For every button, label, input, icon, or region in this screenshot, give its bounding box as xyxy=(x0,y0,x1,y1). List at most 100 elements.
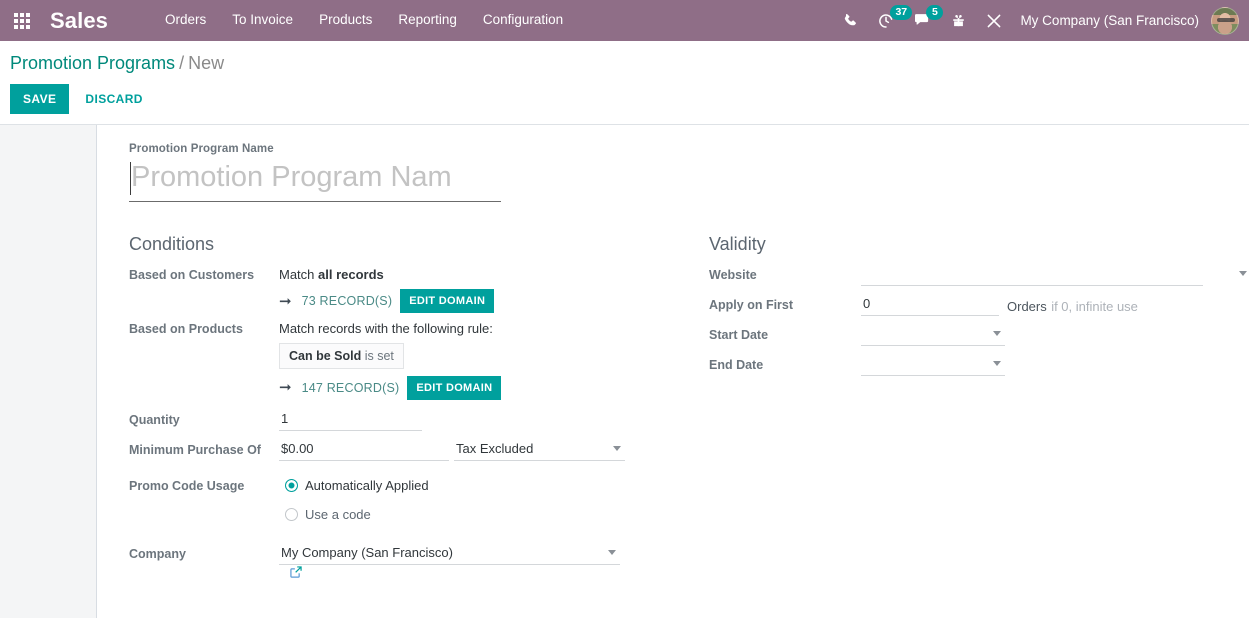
program-name-block: Promotion Program Name xyxy=(97,143,1249,202)
start-date-body xyxy=(861,323,1249,347)
apply-on-first-hint: if 0, infinite use xyxy=(1051,299,1138,315)
radio-use-a-code-label[interactable]: Use a code xyxy=(305,507,371,522)
promo-code-usage-label: Promo Code Usage xyxy=(129,478,245,493)
menu-item-orders[interactable]: Orders xyxy=(152,1,219,40)
radio-automatically-applied-indicator[interactable] xyxy=(285,478,298,492)
field-company: Company xyxy=(129,541,673,584)
promo-code-usage-body: Automatically Applied Use a code xyxy=(279,474,639,526)
tax-mode-select[interactable] xyxy=(454,437,625,461)
user-avatar[interactable] xyxy=(1211,6,1239,35)
radio-use-a-code-indicator[interactable] xyxy=(285,507,298,521)
program-name-input[interactable] xyxy=(129,158,501,202)
products-domain-rule[interactable]: Can be Sold is set xyxy=(279,342,404,369)
radio-use-a-code[interactable]: Use a code xyxy=(279,503,639,526)
customers-edit-domain-button[interactable]: EDIT DOMAIN xyxy=(400,289,495,314)
apply-on-first-input[interactable] xyxy=(861,293,999,317)
end-date-label: End Date xyxy=(709,358,764,373)
menu-item-reporting[interactable]: Reporting xyxy=(385,1,470,40)
based-on-products-label: Based on Products xyxy=(129,322,243,337)
customers-match-text: Match all records xyxy=(279,263,639,284)
products-rule-operator: is set xyxy=(364,348,394,363)
quantity-input[interactable] xyxy=(279,407,422,431)
products-domain-line: ➞ 147 RECORD(S) EDIT DOMAIN xyxy=(279,371,639,404)
minimum-purchase-input[interactable] xyxy=(279,437,449,461)
start-date-wrap xyxy=(861,323,1005,347)
products-rule-field: Can be Sold xyxy=(289,348,362,363)
top-navbar: Sales Orders To Invoice Products Reporti… xyxy=(0,0,1249,41)
start-date-label: Start Date xyxy=(709,328,769,343)
conditions-column: Conditions Based on Customers Match all … xyxy=(97,234,673,584)
form-group-main: Conditions Based on Customers Match all … xyxy=(97,234,1249,584)
customers-match-strong: all records xyxy=(318,267,384,283)
validity-column: Validity Website Apply on First 0 Orders… xyxy=(673,234,1249,584)
form-background: Promotion Program Name Conditions Based … xyxy=(0,124,1249,618)
apply-on-first-body: Orders if 0, infinite use xyxy=(861,293,1249,317)
save-button[interactable]: SAVE xyxy=(10,83,70,114)
apps-menu-button[interactable] xyxy=(0,0,44,41)
field-based-on-products: Based on Products Match records with the… xyxy=(129,317,673,404)
program-name-label: Promotion Program Name xyxy=(129,142,274,155)
customers-records-link[interactable]: 73 RECORD(S) xyxy=(302,294,393,308)
field-quantity: Quantity xyxy=(129,407,673,435)
text-cursor xyxy=(130,161,131,195)
products-edit-domain-button[interactable]: EDIT DOMAIN xyxy=(407,375,502,400)
breadcrumb-separator: / xyxy=(179,53,185,73)
chevron-down-icon xyxy=(1239,271,1247,277)
quantity-label: Quantity xyxy=(129,412,180,427)
menu-item-to-invoice[interactable]: To Invoice xyxy=(219,1,306,40)
arrow-right-icon: ➞ xyxy=(279,379,292,397)
field-promo-code-usage: Promo Code Usage Automatically Applied U… xyxy=(129,474,673,526)
developer-tools-icon[interactable] xyxy=(976,0,1012,41)
company-select[interactable] xyxy=(279,541,620,565)
form-sheet: Promotion Program Name Conditions Based … xyxy=(96,124,1249,618)
app-brand-sales[interactable]: Sales xyxy=(44,8,116,34)
website-select[interactable] xyxy=(861,263,1203,287)
menu-item-configuration[interactable]: Configuration xyxy=(470,1,576,40)
apply-on-first-label: Apply on First xyxy=(709,298,794,313)
tax-mode-select-wrap xyxy=(454,437,625,461)
website-label: Website xyxy=(709,268,757,283)
apply-on-first-unit: Orders xyxy=(1007,299,1047,315)
breadcrumb: Promotion Programs / New xyxy=(0,41,1249,75)
end-date-input[interactable] xyxy=(861,353,1005,377)
based-on-products-body: Match records with the following rule: C… xyxy=(279,317,639,404)
control-panel-buttons: SAVE DISCARD xyxy=(0,75,1249,124)
radio-automatically-applied-label[interactable]: Automatically Applied xyxy=(305,478,429,493)
field-minimum-purchase: Minimum Purchase Of xyxy=(129,437,673,465)
based-on-customers-body: Match all records ➞ 73 RECORD(S) EDIT DO… xyxy=(279,263,639,317)
main-menu: Orders To Invoice Products Reporting Con… xyxy=(152,1,576,40)
radio-automatically-applied[interactable]: Automatically Applied xyxy=(279,474,639,497)
control-panel: Promotion Programs / New SAVE DISCARD xyxy=(0,41,1249,125)
menu-item-products[interactable]: Products xyxy=(306,1,385,40)
company-label: Company xyxy=(129,546,186,561)
start-date-input[interactable] xyxy=(861,323,1005,347)
customers-match-prefix: Match xyxy=(279,267,315,283)
external-link-icon[interactable] xyxy=(289,565,303,584)
messages-icon[interactable]: 5 xyxy=(904,0,944,41)
navbar-right-group: 37 5 My Company (San Francisco) xyxy=(833,0,1249,41)
validity-title: Validity xyxy=(709,233,766,254)
conditions-title: Conditions xyxy=(129,233,215,254)
end-date-body xyxy=(861,353,1249,377)
gift-icon[interactable] xyxy=(941,0,976,41)
customers-domain-line: ➞ 73 RECORD(S) EDIT DOMAIN xyxy=(279,284,639,317)
field-start-date: Start Date xyxy=(709,323,1249,350)
website-select-wrap xyxy=(861,263,1249,287)
breadcrumb-current-new: New xyxy=(188,53,225,73)
phone-icon[interactable] xyxy=(833,0,868,41)
field-based-on-customers: Based on Customers Match all records ➞ 7… xyxy=(129,263,673,317)
end-date-wrap xyxy=(861,353,1005,377)
breadcrumb-link-promotion-programs[interactable]: Promotion Programs xyxy=(10,53,175,73)
apps-grid-icon xyxy=(14,12,30,29)
activity-clock-icon[interactable]: 37 xyxy=(868,0,913,41)
program-name-input-wrap xyxy=(129,158,501,202)
website-body xyxy=(861,263,1249,287)
quantity-body xyxy=(279,407,639,431)
field-end-date: End Date xyxy=(709,353,1249,380)
field-website: Website xyxy=(709,263,1249,290)
arrow-right-icon: ➞ xyxy=(279,292,292,310)
based-on-customers-label: Based on Customers xyxy=(129,268,255,283)
products-records-link[interactable]: 147 RECORD(S) xyxy=(302,381,400,395)
active-company-selector[interactable]: My Company (San Francisco) xyxy=(1012,13,1211,28)
discard-button[interactable]: DISCARD xyxy=(79,84,148,114)
